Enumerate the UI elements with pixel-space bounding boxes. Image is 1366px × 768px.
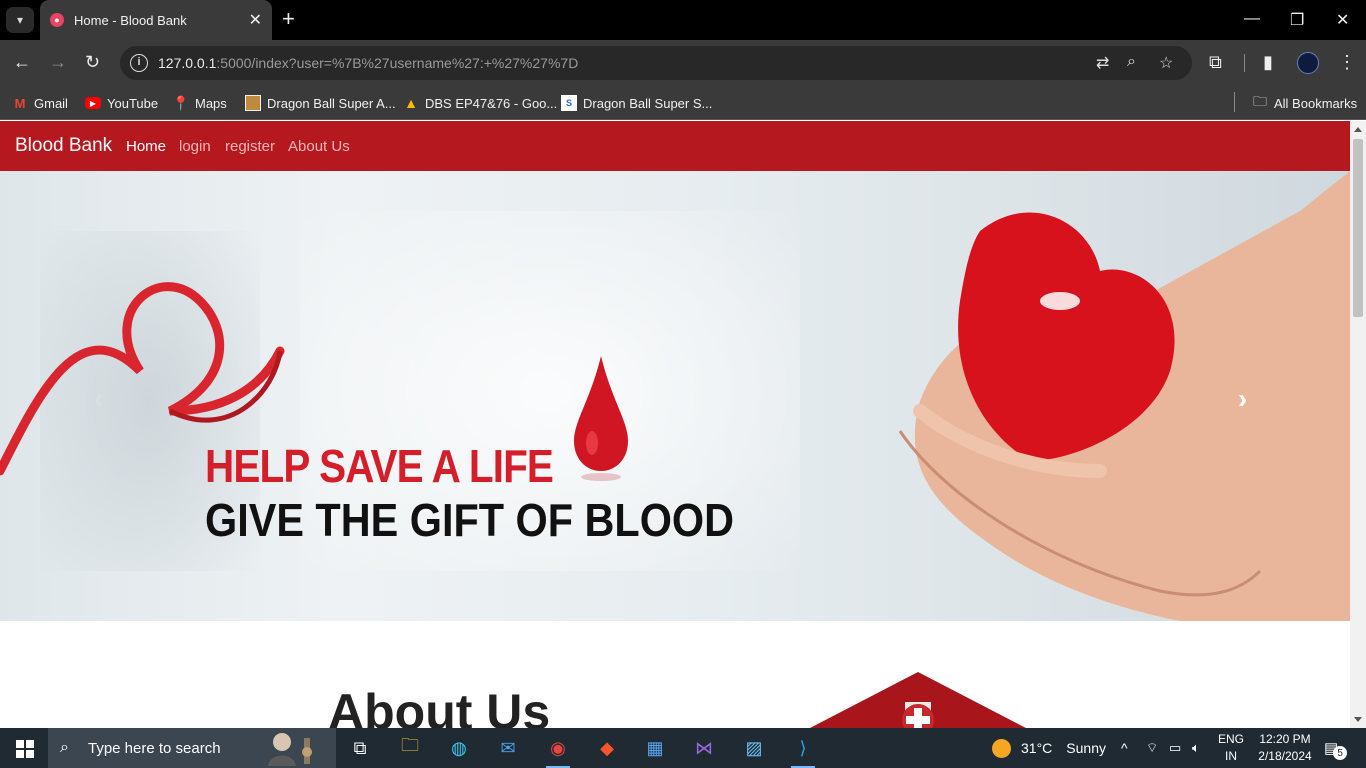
volume-icon[interactable]: 🔈︎ (1192, 728, 1200, 768)
back-icon[interactable]: ← (13, 52, 31, 72)
browser-toolbar: ← → ↻ i 127.0.0.1:5000/index?user=%7B%27… (0, 40, 1366, 86)
page-viewport: Blood Bank Home login register About Us … (0, 121, 1350, 728)
blood-bank-favicon: ● (50, 13, 64, 27)
blood-drop-icon (574, 356, 628, 481)
gmail-icon: M (14, 95, 26, 111)
weather-temp: 31°C (1021, 740, 1053, 756)
toolbar-divider (1244, 54, 1245, 72)
visual-studio-icon[interactable]: ⋈ (690, 734, 718, 762)
notification-count: 5 (1333, 746, 1348, 760)
hero-headline: HELP SAVE A LIFE (205, 440, 554, 492)
scroll-thumb[interactable] (1353, 139, 1363, 317)
bookmarks-divider (1234, 92, 1235, 112)
weather-widget[interactable]: 31°C Sunny (992, 728, 1106, 768)
windows-start-icon[interactable] (16, 740, 34, 758)
windows-taskbar: ⌕ Type here to search ⧉ 🗀 ◍ ✉ ◉ ◆ ▦ ⋈ ▨ … (0, 728, 1366, 768)
hero-carousel: HELP SAVE A LIFE GIVE THE GIFT OF BLOOD … (0, 171, 1350, 621)
site-navbar: Blood Bank Home login register About Us (0, 121, 1350, 171)
translate-icon[interactable]: ⇄ (1096, 53, 1109, 73)
profile-avatar[interactable] (1297, 52, 1319, 74)
menu-icon[interactable]: ⋮ (1338, 52, 1356, 72)
bookmark-dbs-drive[interactable]: ▲ DBS EP47&76 - Goo... (403, 92, 557, 114)
taskbar-search-box[interactable]: ⌕ Type here to search (48, 728, 336, 768)
battery-icon[interactable]: ▭ (1169, 728, 1181, 768)
folder-icon: 🗀 (1253, 93, 1267, 109)
carousel-next-icon[interactable]: › (1238, 383, 1247, 415)
search-placeholder: Type here to search (88, 739, 221, 757)
edge-icon[interactable]: ◍ (445, 734, 473, 762)
side-panel-icon[interactable]: ▮ (1263, 52, 1273, 72)
language-indicator[interactable]: ENG IN (1216, 732, 1246, 763)
task-view-icon[interactable]: ⧉ (346, 734, 374, 762)
site-info-icon[interactable]: i (130, 54, 148, 72)
carousel-prev-icon[interactable]: ‹ (94, 383, 103, 415)
page-scrollbar[interactable] (1350, 121, 1366, 728)
file-explorer-icon[interactable]: 🗀 (396, 734, 424, 762)
maps-icon: 📍 (172, 94, 190, 111)
clock-time: 12:20 PM (1259, 732, 1311, 746)
photos-icon[interactable]: ▨ (740, 734, 768, 762)
notifications-button[interactable]: ▤ 5 (1324, 728, 1348, 768)
zoom-icon[interactable]: ⌕ (1127, 53, 1136, 71)
nav-about-us[interactable]: About Us (288, 138, 350, 155)
minimize-icon[interactable]: — (1244, 10, 1260, 28)
all-bookmarks-button[interactable]: 🗀 All Bookmarks (1252, 92, 1357, 114)
close-window-icon[interactable]: ✕ (1336, 10, 1349, 30)
about-heading: About Us (328, 684, 551, 728)
brave-icon[interactable]: ◆ (593, 734, 621, 762)
bookmark-gmail[interactable]: M Gmail (12, 92, 68, 114)
chrome-icon[interactable]: ◉ (544, 734, 572, 768)
tab-active[interactable]: ● Home - Blood Bank ✕ (40, 0, 272, 40)
bookmarks-bar: M Gmail ▶ YouTube 📍 Maps Dragon Ball Sup… (0, 86, 1366, 120)
scroll-down-icon[interactable] (1354, 717, 1362, 722)
image-favicon (245, 95, 261, 111)
bookmark-youtube[interactable]: ▶ YouTube (85, 92, 158, 114)
tab-strip: ▾ ● Home - Blood Bank ✕ + — ❐ ✕ (0, 0, 1366, 40)
hands-heart-image (898, 171, 1350, 621)
vscode-icon[interactable]: ⟩ (789, 734, 817, 768)
microsoft-store-icon[interactable]: ▦ (641, 734, 669, 762)
bookmark-dbs-s[interactable]: S Dragon Ball Super S... (561, 92, 712, 114)
hero-subheadline: GIVE THE GIFT OF BLOOD (205, 494, 735, 546)
url-text[interactable]: 127.0.0.1:5000/index?user=%7B%27username… (158, 55, 578, 71)
blood-bank-logo (810, 672, 1026, 728)
extensions-icon[interactable]: ⧉ (1209, 52, 1222, 72)
tab-search-button[interactable]: ▾ (6, 7, 34, 33)
youtube-icon: ▶ (85, 97, 101, 109)
close-icon[interactable]: ✕ (249, 10, 262, 30)
clock[interactable]: 12:20 PM 2/18/2024 (1252, 732, 1318, 763)
new-tab-button[interactable]: + (282, 8, 295, 30)
nav-home[interactable]: Home (126, 138, 166, 155)
tab-title: Home - Blood Bank (74, 12, 187, 28)
clock-date: 2/18/2024 (1258, 749, 1312, 763)
bookmark-dbs-a[interactable]: Dragon Ball Super A... (245, 92, 396, 114)
search-highlight-illustration (268, 733, 312, 766)
nav-register[interactable]: register (225, 138, 275, 155)
search-icon: ⌕ (60, 739, 69, 756)
address-bar[interactable]: i 127.0.0.1:5000/index?user=%7B%27userna… (120, 46, 1192, 80)
scroll-up-icon[interactable] (1354, 127, 1362, 132)
nav-login[interactable]: login (179, 138, 211, 155)
forward-icon[interactable]: → (49, 52, 67, 72)
google-drive-icon: ▲ (404, 95, 418, 111)
reload-icon[interactable]: ↻ (85, 52, 100, 72)
sun-icon (992, 738, 1011, 758)
site-brand[interactable]: Blood Bank (15, 135, 112, 157)
weather-text: Sunny (1066, 740, 1106, 756)
site-favicon: S (561, 95, 577, 111)
bookmark-maps[interactable]: 📍 Maps (172, 92, 227, 114)
restore-icon[interactable]: ❐ (1290, 10, 1304, 30)
network-icon[interactable]: ⌔ (1146, 728, 1158, 768)
bookmark-star-icon[interactable]: ☆ (1159, 53, 1173, 73)
mail-icon[interactable]: ✉ (494, 734, 522, 762)
show-hidden-icons[interactable]: ^ (1121, 728, 1128, 768)
